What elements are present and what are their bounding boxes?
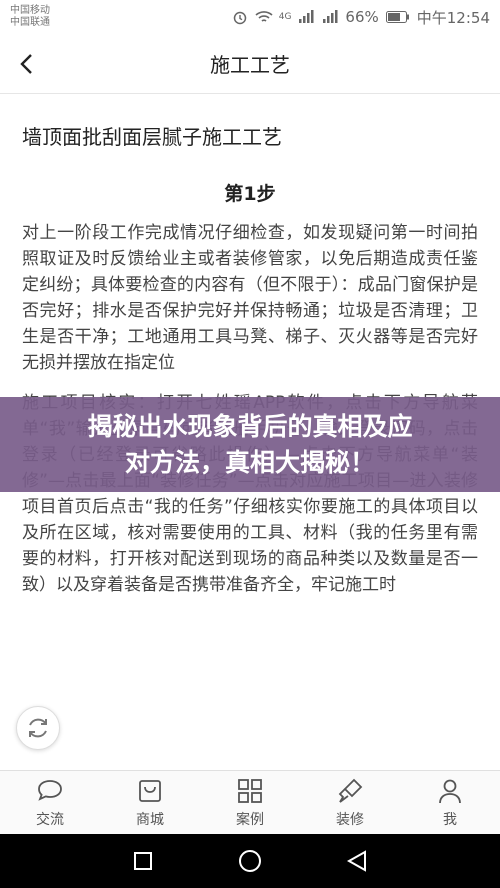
navigation-bar: 施工工艺 — [0, 34, 500, 94]
system-navigation-bar — [0, 834, 500, 888]
battery-icon — [385, 8, 411, 26]
signal-icon — [297, 8, 315, 26]
tab-shop[interactable]: 商城 — [100, 771, 200, 834]
clock: 中午12:54 — [416, 8, 490, 27]
carrier-info: 中国移动 中国联通 — [10, 5, 50, 29]
chevron-left-icon — [20, 54, 32, 74]
shopping-bag-icon — [136, 777, 164, 805]
recents-button[interactable] — [123, 841, 163, 881]
brush-icon — [336, 777, 364, 805]
tab-label: 交流 — [36, 811, 64, 828]
square-icon — [134, 852, 153, 870]
tab-chat[interactable]: 交流 — [0, 771, 100, 834]
paragraph-1: 对上一阶段工作完成情况仔细检查，如发现疑问第一时间拍照取证及时反馈给业主或者装修… — [22, 223, 478, 373]
signal-2-icon — [321, 8, 339, 26]
tab-cases[interactable]: 案例 — [200, 771, 300, 834]
user-icon — [436, 777, 464, 805]
banner-line-1: 揭秘出水现象背后的真相及应 — [87, 411, 413, 441]
refresh-button[interactable] — [16, 706, 60, 750]
network-type: 4G — [278, 12, 292, 22]
home-button[interactable] — [230, 841, 270, 881]
circle-icon — [238, 850, 261, 872]
tab-renovation[interactable]: 装修 — [300, 771, 400, 834]
alarm-icon — [231, 8, 249, 26]
status-icons: 4G 66% 中午12:54 — [231, 7, 490, 28]
refresh-icon — [29, 718, 47, 738]
status-bar: 中国移动 中国联通 4G 66% 中午12:54 — [0, 0, 500, 34]
tab-label: 我 — [443, 811, 457, 828]
step-heading: 第1步 — [224, 183, 276, 205]
tab-me[interactable]: 我 — [400, 771, 500, 834]
carrier-1: 中国移动 — [10, 5, 50, 16]
triangle-back-icon — [346, 850, 366, 872]
battery-percent: 66% — [345, 8, 379, 26]
back-button[interactable] — [8, 46, 44, 82]
promo-banner[interactable]: 揭秘出水现象背后的真相及应 对方法，真相大揭秘！ — [0, 397, 500, 492]
wifi-icon — [255, 8, 273, 26]
banner-line-2: 对方法，真相大揭秘！ — [124, 447, 375, 477]
carrier-2: 中国联通 — [10, 17, 50, 28]
article-title: 墙顶面批刮面层腻子施工工艺 — [22, 125, 282, 149]
tab-label: 商城 — [136, 811, 164, 828]
grid-icon — [236, 777, 264, 805]
tab-label: 装修 — [336, 811, 364, 828]
tab-label: 案例 — [236, 811, 264, 828]
page-title: 施工工艺 — [210, 53, 290, 77]
system-back-button[interactable] — [337, 841, 377, 881]
chat-icon — [36, 777, 64, 805]
bottom-tab-bar: 交流 商城 案例 装修 我 — [0, 770, 500, 834]
